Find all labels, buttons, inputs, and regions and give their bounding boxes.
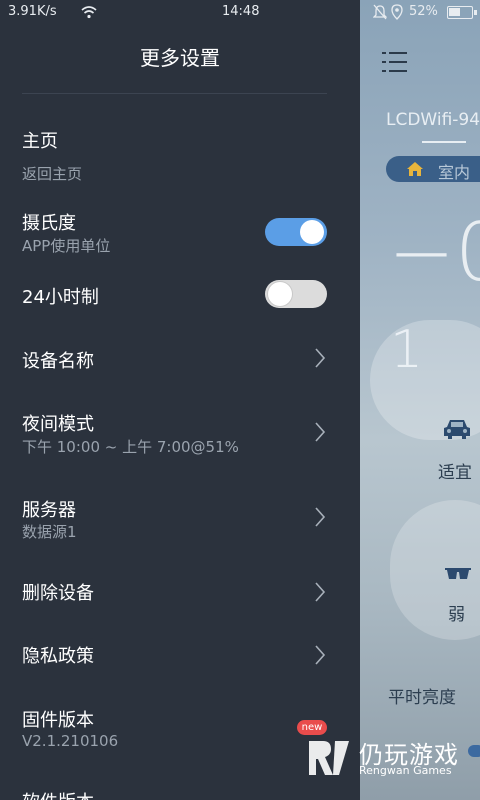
drawer-divider bbox=[22, 93, 327, 94]
device-name-underline bbox=[422, 141, 466, 143]
temperature-value: −0 bbox=[388, 206, 480, 299]
menu-item-sublabel: V2.1.210106 bbox=[22, 732, 119, 750]
chevron-right-icon bbox=[315, 507, 326, 527]
menu-item-label: 固件版本 bbox=[22, 710, 94, 731]
menu-item-sublabel: APP使用单位 bbox=[22, 237, 111, 255]
location-icon bbox=[391, 4, 403, 20]
clock: 14:48 bbox=[222, 4, 260, 19]
watermark: 仍玩游戏 Rengwan Games bbox=[305, 733, 475, 783]
toggle-knob bbox=[268, 282, 292, 306]
wifi-icon bbox=[81, 6, 97, 19]
battery-percent: 52% bbox=[409, 4, 438, 19]
rengwan-logo-icon bbox=[309, 741, 349, 775]
menu-item-24-hour[interactable]: 24小时制 bbox=[0, 270, 360, 318]
menu-item-sublabel: 下午 10:00 ~ 上午 7:00@51% bbox=[22, 438, 239, 456]
menu-item-label: 主页 bbox=[22, 131, 58, 152]
car-icon bbox=[444, 420, 470, 439]
menu-item-privacy-policy[interactable]: 隐私政策 bbox=[0, 630, 360, 680]
chevron-right-icon bbox=[315, 348, 326, 368]
24-hour-toggle[interactable] bbox=[265, 280, 327, 308]
watermark-subtitle: Rengwan Games bbox=[359, 764, 452, 777]
toggle-knob bbox=[300, 220, 324, 244]
battery-fill bbox=[449, 8, 460, 16]
menu-item-software-version[interactable]: 软件版本 bbox=[0, 780, 360, 800]
chevron-right-icon bbox=[315, 645, 326, 665]
sunglasses-icon bbox=[445, 568, 471, 579]
hamburger-menu-icon[interactable] bbox=[382, 52, 408, 74]
signal-strength-label: 弱 bbox=[448, 605, 465, 625]
status-bar: 3.91K/s 14:48 52% bbox=[0, 0, 480, 26]
device-name-label: LCDWifi-94 bbox=[386, 110, 480, 130]
bell-off-icon bbox=[373, 4, 387, 20]
drawer-title: 更多设置 bbox=[140, 46, 220, 70]
celsius-toggle[interactable] bbox=[265, 218, 327, 246]
network-speed: 3.91K/s bbox=[8, 4, 57, 19]
menu-item-celsius[interactable]: 摄氏度 APP使用单位 bbox=[0, 200, 360, 264]
menu-item-delete-device[interactable]: 删除设备 bbox=[0, 567, 360, 617]
settings-drawer: 更多设置 主页 返回主页 摄氏度 APP使用单位 24小时制 设备名称 夜间模式… bbox=[0, 0, 360, 800]
battery-icon bbox=[447, 6, 477, 19]
menu-item-sublabel: 返回主页 bbox=[22, 165, 83, 183]
menu-item-device-name[interactable]: 设备名称 bbox=[0, 333, 360, 383]
menu-item-label: 服务器 bbox=[22, 500, 76, 521]
location-label: 室内 bbox=[438, 163, 471, 182]
menu-item-home[interactable]: 主页 返回主页 bbox=[0, 118, 360, 190]
brightness-label: 平时亮度 bbox=[388, 688, 456, 708]
menu-item-night-mode[interactable]: 夜间模式 下午 10:00 ~ 上午 7:00@51% bbox=[0, 400, 360, 464]
menu-item-sublabel: 数据源1 bbox=[22, 523, 77, 541]
home-icon bbox=[407, 162, 423, 176]
location-pill[interactable]: 室内 bbox=[386, 156, 480, 182]
menu-item-label: 摄氏度 bbox=[22, 213, 76, 234]
menu-item-label: 软件版本 bbox=[22, 788, 94, 800]
comfort-label: 适宜 bbox=[438, 463, 472, 483]
chevron-right-icon bbox=[315, 422, 326, 442]
menu-item-server[interactable]: 服务器 数据源1 bbox=[0, 486, 360, 550]
battery-tip bbox=[474, 10, 477, 15]
background-app-panel: LCDWifi-94 室内 −0 1 适宜 弱 平时亮度 bbox=[360, 0, 480, 800]
menu-item-label: 隐私政策 bbox=[22, 646, 94, 667]
menu-item-label: 夜间模式 bbox=[22, 414, 94, 435]
chevron-right-icon bbox=[315, 582, 326, 602]
menu-item-label: 删除设备 bbox=[22, 583, 94, 604]
menu-item-label: 24小时制 bbox=[22, 287, 99, 308]
humidity-value: 1 bbox=[390, 320, 424, 380]
menu-item-label: 设备名称 bbox=[22, 351, 94, 372]
